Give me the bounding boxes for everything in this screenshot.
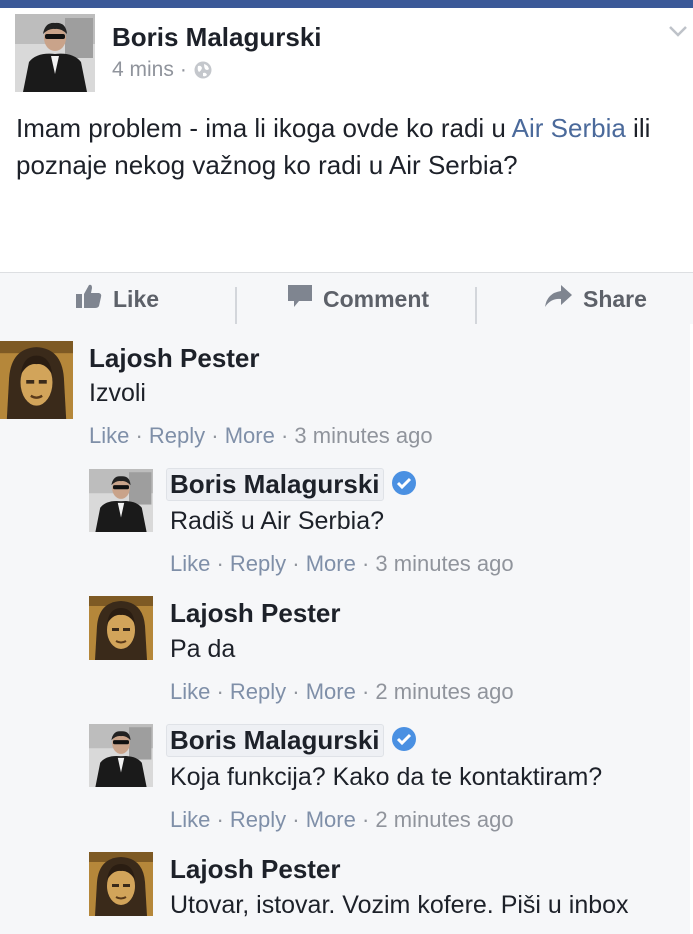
top-bar (0, 0, 693, 8)
comment-text: Izvoli (89, 379, 146, 407)
comment-time[interactable]: 2 minutes ago (375, 807, 513, 832)
commenter-name[interactable]: Lajosh Pester (89, 343, 260, 374)
post-time[interactable]: 4 mins (112, 58, 174, 82)
share-icon (543, 283, 573, 315)
comment-text: Utovar, istovar. Vozim kofere. Piši u in… (170, 891, 629, 919)
commenter-avatar[interactable] (0, 341, 73, 419)
comment-text: Pa da (170, 635, 236, 663)
comment-button[interactable]: Comment (287, 273, 429, 325)
globe-icon (193, 60, 213, 80)
comment-more-link[interactable]: More (306, 807, 356, 832)
action-divider (475, 287, 477, 325)
commenter-avatar[interactable] (89, 724, 153, 787)
comment-actions: Like · Reply · More · 2 minutes ago (170, 679, 514, 704)
comment-actions: Like · Reply · More · 2 minutes ago (170, 807, 514, 832)
action-divider (235, 287, 237, 325)
commenter-name[interactable]: Lajosh Pester (170, 598, 341, 629)
commenter-name[interactable]: Boris Malagurski (166, 468, 384, 501)
comment-time[interactable]: 2 minutes ago (375, 679, 513, 704)
post: Boris Malagurski 4 mins · Imam problem -… (0, 8, 693, 272)
like-button[interactable]: Like (75, 273, 159, 325)
commenter-avatar[interactable] (89, 469, 153, 532)
share-button[interactable]: Share (543, 273, 647, 325)
comment-more-link[interactable]: More (225, 423, 275, 448)
comment-reply-link[interactable]: Reply (230, 551, 286, 576)
post-author-name[interactable]: Boris Malagurski (112, 22, 322, 53)
comments-section: Lajosh Pester Izvoli Like · Reply · More… (0, 324, 690, 934)
comment-label: Comment (323, 285, 430, 312)
comment-more-link[interactable]: More (306, 679, 356, 704)
commenter-name[interactable]: Lajosh Pester (170, 854, 341, 885)
share-label: Share (583, 285, 647, 312)
comment-icon (287, 283, 313, 315)
post-action-bar: Like Comment Share (0, 272, 693, 325)
comment-reply-link[interactable]: Reply (230, 679, 286, 704)
comment-like-link[interactable]: Like (170, 551, 210, 576)
comment-text: Radiš u Air Serbia? (170, 507, 385, 535)
post-text-start: Imam problem - ima li ikoga ovde ko radi… (16, 113, 512, 143)
verified-icon (391, 470, 417, 496)
comment-actions: Like · Reply · More · 3 minutes ago (170, 551, 514, 576)
post-author-avatar[interactable] (15, 14, 95, 92)
post-meta: 4 mins · (112, 58, 213, 82)
comment-like-link[interactable]: Like (89, 423, 129, 448)
commenter-name[interactable]: Boris Malagurski (166, 724, 384, 757)
comment-like-link[interactable]: Like (170, 679, 210, 704)
post-mention-link[interactable]: Air Serbia (512, 113, 626, 143)
comment-more-link[interactable]: More (306, 551, 356, 576)
commenter-avatar[interactable] (89, 852, 153, 916)
comment-text: Koja funkcija? Kako da te kontaktiram? (170, 763, 603, 791)
comment-actions: Like · Reply · More · 3 minutes ago (89, 423, 433, 448)
comment-like-link[interactable]: Like (170, 807, 210, 832)
comment-time[interactable]: 3 minutes ago (294, 423, 432, 448)
post-text: Imam problem - ima li ikoga ovde ko radi… (16, 110, 691, 184)
meta-separator: · (179, 58, 187, 81)
verified-icon (391, 726, 417, 752)
comment-reply-link[interactable]: Reply (230, 807, 286, 832)
commenter-avatar[interactable] (89, 596, 153, 660)
chevron-down-icon[interactable] (668, 24, 688, 38)
thumbs-up-icon (75, 282, 103, 316)
like-label: Like (113, 285, 160, 312)
comment-time[interactable]: 3 minutes ago (375, 551, 513, 576)
comment-reply-link[interactable]: Reply (149, 423, 205, 448)
